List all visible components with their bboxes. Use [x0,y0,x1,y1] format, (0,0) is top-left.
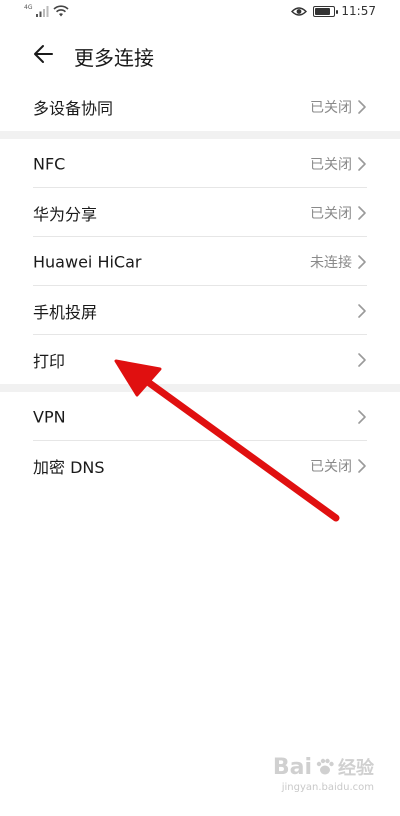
eye-comfort-icon [291,6,308,16]
row-multi-device[interactable]: 多设备协同 已关闭 [0,82,400,131]
battery-fill [315,7,331,15]
paw-icon [316,758,334,775]
chevron-right-icon [358,254,366,269]
row-label: 加密 DNS [33,457,105,477]
header: 更多连接 [0,30,400,80]
watermark-brand: Bai [272,754,312,780]
back-arrow-icon [34,45,53,63]
chevron-right-icon [358,205,366,220]
page-title: 更多连接 [74,46,154,70]
status-left: 4G [24,4,70,17]
row-status: 未连接 [310,254,352,271]
row-label: 手机投屏 [33,302,98,322]
status-bar: 4G 11:57 [0,0,400,26]
watermark: Bai 经验 jingyan.baidu.com [244,754,374,798]
row-vpn[interactable]: VPN [0,392,400,441]
section-divider [0,131,400,139]
row-print[interactable]: 打印 [0,335,400,384]
row-label: 多设备协同 [33,98,114,118]
row-status: 已关闭 [310,458,352,475]
row-status: 已关闭 [310,99,352,116]
watermark-url: jingyan.baidu.com [281,782,374,793]
status-right: 11:57 [291,4,376,18]
watermark-suffix: 经验 [338,758,374,779]
chevron-right-icon [358,303,366,318]
row-label: Huawei HiCar [33,252,142,271]
watermark-logo: Bai 经验 [273,754,374,780]
row-status: 已关闭 [310,156,352,173]
chevron-right-icon [358,409,366,424]
network-type-label: 4G [24,4,33,11]
signal-icon [36,6,49,17]
row-nfc[interactable]: NFC 已关闭 [0,139,400,188]
chevron-right-icon [358,99,366,114]
row-label: 打印 [33,351,66,371]
battery-icon [313,5,339,17]
back-button[interactable] [30,40,58,68]
chevron-right-icon [358,458,366,473]
row-huawei-share[interactable]: 华为分享 已关闭 [0,188,400,237]
clock: 11:57 [341,4,376,18]
row-label: 华为分享 [33,204,98,224]
row-encrypted-dns[interactable]: 加密 DNS 已关闭 [0,441,400,490]
section-divider [0,384,400,392]
chevron-right-icon [358,352,366,367]
wifi-icon [53,5,70,17]
chevron-right-icon [358,156,366,171]
row-screen-projection[interactable]: 手机投屏 [0,286,400,335]
row-hicar[interactable]: Huawei HiCar 未连接 [0,237,400,286]
row-label: NFC [33,154,66,173]
row-status: 已关闭 [310,205,352,222]
row-label: VPN [33,407,66,426]
